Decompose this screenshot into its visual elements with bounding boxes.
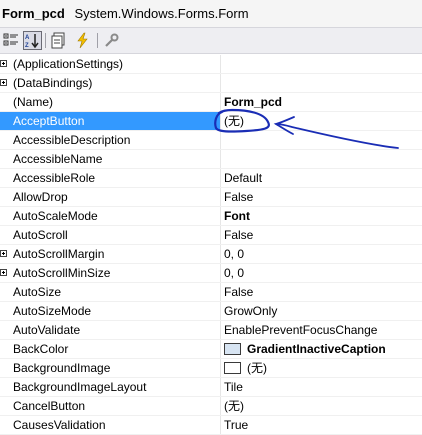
property-name[interactable]: AllowDrop xyxy=(0,188,221,206)
property-row[interactable]: AutoScrollMinSize 0, 0 xyxy=(0,264,422,283)
property-name[interactable]: AccessibleRole xyxy=(0,169,221,187)
property-row[interactable]: (Name) Form_pcd xyxy=(0,93,422,112)
toolbar-separator xyxy=(45,33,46,48)
events-lightning-icon[interactable] xyxy=(73,31,92,50)
property-row[interactable]: CausesValidation True xyxy=(0,416,422,435)
property-value[interactable]: 0, 0 xyxy=(224,245,422,263)
property-name[interactable]: AutoScaleMode xyxy=(0,207,221,225)
expand-plus-icon[interactable] xyxy=(0,79,7,86)
property-row[interactable]: (DataBindings) xyxy=(0,74,422,93)
property-value[interactable]: GrowOnly xyxy=(224,302,422,320)
property-name[interactable]: AccessibleDescription xyxy=(0,131,221,149)
property-name[interactable]: BackgroundImage xyxy=(0,359,221,377)
color-swatch xyxy=(224,361,241,374)
properties-header: Form_pcd System.Windows.Forms.Form xyxy=(0,0,422,27)
property-name[interactable]: AutoSize xyxy=(0,283,221,301)
property-value[interactable]: Default xyxy=(224,169,422,187)
toolbar-separator xyxy=(97,33,98,48)
property-row[interactable]: AutoSize False xyxy=(0,283,422,302)
expand-plus-icon[interactable] xyxy=(0,250,7,257)
property-row[interactable]: AutoScrollMargin 0, 0 xyxy=(0,245,422,264)
property-value[interactable] xyxy=(224,150,422,168)
property-name[interactable]: (DataBindings) xyxy=(0,74,221,92)
property-value[interactable] xyxy=(224,74,422,92)
selected-object-type: System.Windows.Forms.Form xyxy=(74,6,249,21)
property-row[interactable]: BackColor GradientInactiveCaption xyxy=(0,340,422,359)
property-value[interactable]: GradientInactiveCaption xyxy=(224,340,422,358)
property-name[interactable]: AutoScroll xyxy=(0,226,221,244)
property-value[interactable]: 0, 0 xyxy=(224,264,422,282)
property-name[interactable]: AutoValidate xyxy=(0,321,221,339)
property-value[interactable]: Form_pcd xyxy=(224,93,422,111)
svg-text:A: A xyxy=(25,35,30,41)
property-name[interactable]: AcceptButton xyxy=(0,112,221,130)
categorized-icon[interactable] xyxy=(2,31,21,50)
property-value[interactable]: (无) xyxy=(224,397,422,415)
properties-icon[interactable] xyxy=(49,31,68,50)
property-row[interactable]: AutoSizeMode GrowOnly xyxy=(0,302,422,321)
property-row[interactable]: (ApplicationSettings) xyxy=(0,55,422,74)
property-row[interactable]: AutoScroll False xyxy=(0,226,422,245)
property-row[interactable]: AcceptButton (无) xyxy=(0,112,422,131)
property-name[interactable]: AutoScrollMinSize xyxy=(0,264,221,282)
property-row[interactable]: BackgroundImageLayout Tile xyxy=(0,378,422,397)
property-value-text: (无) xyxy=(247,361,267,375)
property-row[interactable]: CancelButton (无) xyxy=(0,397,422,416)
property-value[interactable]: (无) xyxy=(224,359,422,377)
property-value[interactable]: Tile xyxy=(224,378,422,396)
property-row[interactable]: AccessibleName xyxy=(0,150,422,169)
property-row[interactable]: AutoScaleMode Font xyxy=(0,207,422,226)
property-row[interactable]: BackgroundImage (无) xyxy=(0,359,422,378)
property-name[interactable]: AutoSizeMode xyxy=(0,302,221,320)
property-name[interactable]: (ApplicationSettings) xyxy=(0,55,221,73)
property-name[interactable]: BackColor xyxy=(0,340,221,358)
property-value[interactable]: False xyxy=(224,226,422,244)
property-value[interactable]: True xyxy=(224,416,422,434)
property-pages-wrench-icon[interactable] xyxy=(102,31,121,50)
property-name[interactable]: CancelButton xyxy=(0,397,221,415)
property-value-text: GradientInactiveCaption xyxy=(247,342,386,356)
property-row[interactable]: AutoValidate EnablePreventFocusChange xyxy=(0,321,422,340)
property-value[interactable] xyxy=(224,131,422,149)
svg-text:Z: Z xyxy=(25,43,29,49)
property-name[interactable]: AutoScrollMargin xyxy=(0,245,221,263)
property-name[interactable]: AccessibleName xyxy=(0,150,221,168)
property-row[interactable]: AllowDrop False xyxy=(0,188,422,207)
property-value[interactable]: EnablePreventFocusChange xyxy=(224,321,422,339)
property-name[interactable]: CausesValidation xyxy=(0,416,221,434)
expand-plus-icon[interactable] xyxy=(0,60,7,67)
alphabetical-sort-icon[interactable]: A Z xyxy=(23,31,42,50)
property-row[interactable]: AccessibleRole Default xyxy=(0,169,422,188)
property-value[interactable]: False xyxy=(224,188,422,206)
property-row[interactable]: AccessibleDescription xyxy=(0,131,422,150)
property-name[interactable]: BackgroundImageLayout xyxy=(0,378,221,396)
property-value[interactable]: Font xyxy=(224,207,422,225)
property-name[interactable]: (Name) xyxy=(0,93,221,111)
color-swatch xyxy=(224,342,241,355)
property-value[interactable]: False xyxy=(224,283,422,301)
property-value[interactable]: (无) xyxy=(224,112,422,130)
selected-object-name: Form_pcd xyxy=(2,6,65,21)
properties-toolbar: A Z xyxy=(0,27,422,54)
property-grid: (ApplicationSettings) (DataBindings) (Name… xyxy=(0,55,422,435)
property-value[interactable] xyxy=(224,55,422,73)
expand-plus-icon[interactable] xyxy=(0,269,7,276)
